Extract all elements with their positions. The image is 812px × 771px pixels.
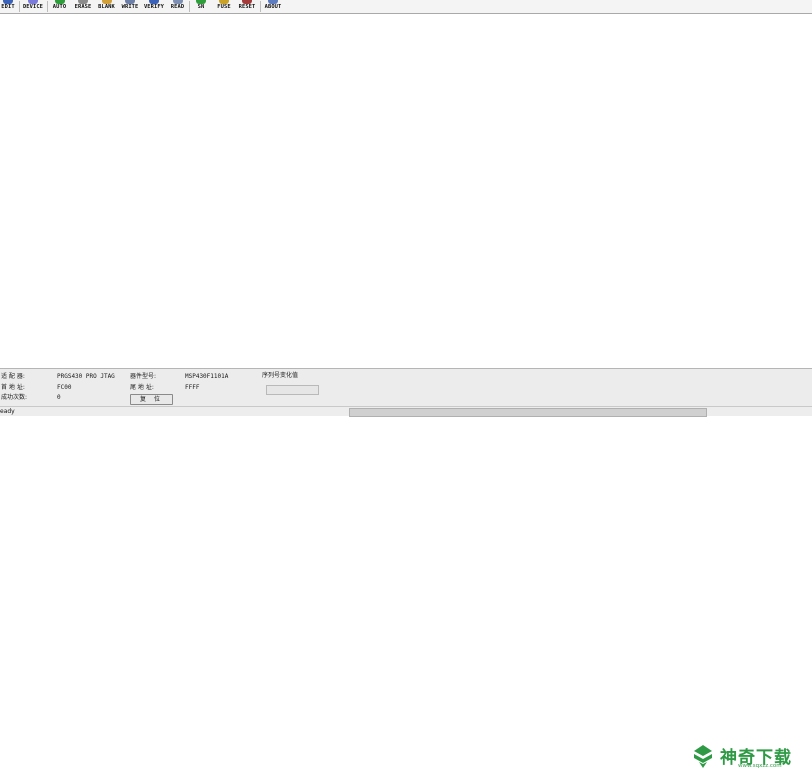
reset-button[interactable]: 复 位 bbox=[130, 394, 173, 405]
edit-button[interactable]: EDIT bbox=[0, 0, 16, 13]
toolbar-separator bbox=[260, 1, 261, 12]
reset-toolbar-button[interactable]: RESET bbox=[236, 0, 258, 13]
toolbar-separator bbox=[47, 1, 48, 12]
erase-button[interactable]: ERASE bbox=[72, 0, 94, 13]
main-view bbox=[0, 14, 812, 368]
serial-change-field[interactable] bbox=[266, 385, 319, 395]
device-button[interactable]: DEVICE bbox=[21, 0, 45, 13]
about-button[interactable]: ABOUT bbox=[262, 0, 284, 13]
write-button[interactable]: WRITE bbox=[120, 0, 140, 13]
adapter-label: 适 配 器: bbox=[1, 373, 25, 380]
toolbar-separator bbox=[19, 1, 20, 12]
adapter-value: PRGS430 PRO JTAG bbox=[57, 373, 115, 380]
toolbar: EDIT DEVICE AUTO ERASE BLANK WRITE VERIF… bbox=[0, 0, 812, 14]
end-address-label: 尾 地 址: bbox=[130, 384, 154, 391]
fuse-button[interactable]: FUSE bbox=[214, 0, 234, 13]
sn-button[interactable]: SN bbox=[192, 0, 210, 13]
logo-leaf-icon bbox=[694, 745, 712, 768]
watermark-logo: 神奇下载 www.sqxzz.com bbox=[690, 741, 810, 771]
verify-button[interactable]: VERIFY bbox=[142, 0, 166, 13]
status-pane bbox=[349, 408, 707, 417]
start-address-value: FC00 bbox=[57, 384, 72, 391]
auto-button[interactable]: AUTO bbox=[50, 0, 69, 13]
blank-button[interactable]: BLANK bbox=[96, 0, 117, 13]
serial-change-label: 序列号变化值 bbox=[262, 372, 299, 379]
start-address-label: 首 地 址: bbox=[1, 384, 25, 391]
info-panel: 适 配 器: PRGS430 PRO JTAG 首 地 址: FC00 成功次数… bbox=[0, 368, 812, 769]
success-count-label: 成功次数: bbox=[1, 394, 28, 401]
logo-url: www.sqxzz.com bbox=[738, 763, 782, 769]
device-type-value: MSP430F1101A bbox=[185, 373, 229, 380]
success-count-value: 0 bbox=[57, 394, 61, 401]
device-type-label: 器件型号: bbox=[130, 373, 157, 380]
toolbar-separator bbox=[189, 1, 190, 12]
read-button[interactable]: READ bbox=[168, 0, 187, 13]
end-address-value: FFFF bbox=[185, 384, 200, 391]
